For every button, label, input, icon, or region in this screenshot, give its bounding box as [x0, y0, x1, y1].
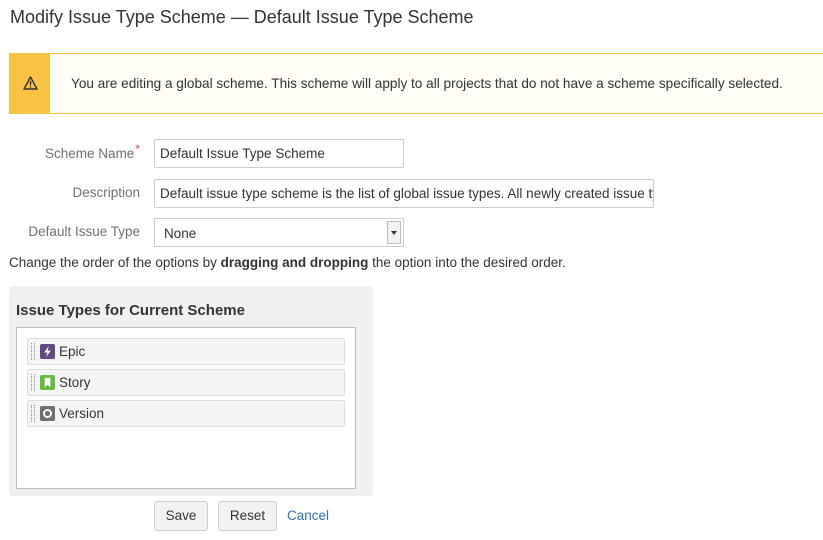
version-icon	[40, 406, 55, 421]
issue-type-label: Epic	[59, 344, 86, 359]
chevron-down-icon[interactable]	[387, 221, 401, 244]
save-button[interactable]: Save	[154, 501, 208, 531]
default-issue-type-label: Default Issue Type	[28, 224, 140, 239]
reset-button[interactable]: Reset	[218, 501, 277, 531]
hint-text-before: Change the order of the options by	[9, 255, 221, 270]
issue-type-item-story[interactable]: Story	[27, 369, 345, 396]
warning-icon	[23, 76, 38, 90]
drag-handle-icon[interactable]	[31, 374, 35, 391]
scheme-name-label: Scheme Name*	[10, 142, 140, 161]
default-issue-type-value: None	[164, 226, 197, 241]
default-issue-type-select[interactable]: None	[154, 218, 404, 247]
issue-types-panel: Issue Types for Current Scheme Epic Stor…	[9, 286, 373, 496]
hint-text-bold: dragging and dropping	[220, 255, 369, 270]
cancel-link[interactable]: Cancel	[287, 508, 329, 523]
issue-type-label: Story	[59, 375, 91, 390]
page-title: Modify Issue Type Scheme — Default Issue…	[10, 7, 474, 27]
drag-handle-icon[interactable]	[31, 343, 35, 360]
epic-icon	[40, 344, 55, 359]
drag-handle-icon[interactable]	[31, 405, 35, 422]
panel-title: Issue Types for Current Scheme	[16, 302, 245, 319]
warning-stripe	[10, 54, 50, 113]
issue-type-item-version[interactable]: Version	[27, 400, 345, 427]
description-label: Description	[72, 185, 140, 200]
issue-type-item-epic[interactable]: Epic	[27, 338, 345, 365]
warning-text: You are editing a global scheme. This sc…	[71, 76, 783, 91]
scheme-name-input[interactable]: Default Issue Type Scheme	[154, 139, 404, 168]
story-icon	[40, 375, 55, 390]
warning-message: You are editing a global scheme. This sc…	[9, 53, 823, 114]
hint-text-after: the option into the desired order.	[368, 255, 566, 270]
issue-type-label: Version	[59, 406, 105, 421]
required-marker: *	[135, 142, 140, 156]
issue-types-list: Epic Story Version	[16, 327, 356, 489]
description-input[interactable]: Default issue type scheme is the list of…	[154, 179, 654, 208]
scheme-name-label-text: Scheme Name	[45, 146, 135, 161]
reorder-hint: Change the order of the options by dragg…	[9, 255, 566, 270]
